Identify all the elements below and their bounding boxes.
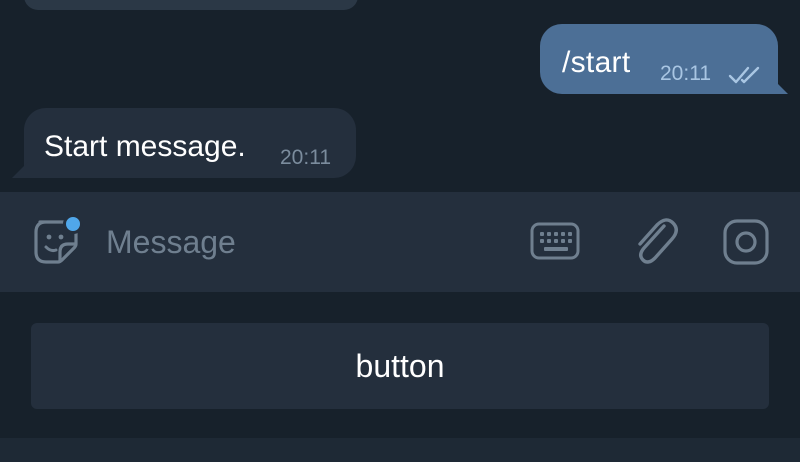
incoming-message-bubble[interactable]: Start message. 20:11 [24, 108, 356, 178]
message-input[interactable] [106, 220, 486, 264]
paperclip-icon[interactable] [628, 214, 678, 270]
message-text: Start message. [44, 130, 246, 163]
keyboard-icon[interactable] [528, 218, 582, 264]
previous-message-bubble [24, 0, 358, 10]
outgoing-message-bubble[interactable]: /start 20:11 [540, 24, 778, 94]
double-check-icon [728, 66, 760, 84]
chat-screen: /start 20:11 Start message. 20:11 Messag… [0, 0, 800, 462]
notification-dot [63, 214, 83, 234]
message-list[interactable]: /start 20:11 Start message. 20:11 [0, 0, 800, 192]
keyboard-button[interactable]: button [31, 323, 769, 409]
message-time: 20:11 [660, 62, 711, 85]
message-text: /start [562, 46, 631, 79]
message-composer [0, 192, 800, 292]
message-time: 20:11 [280, 146, 331, 169]
bottom-bar [0, 438, 800, 462]
bot-reply-keyboard: button [0, 292, 800, 438]
camera-icon[interactable] [720, 216, 772, 268]
